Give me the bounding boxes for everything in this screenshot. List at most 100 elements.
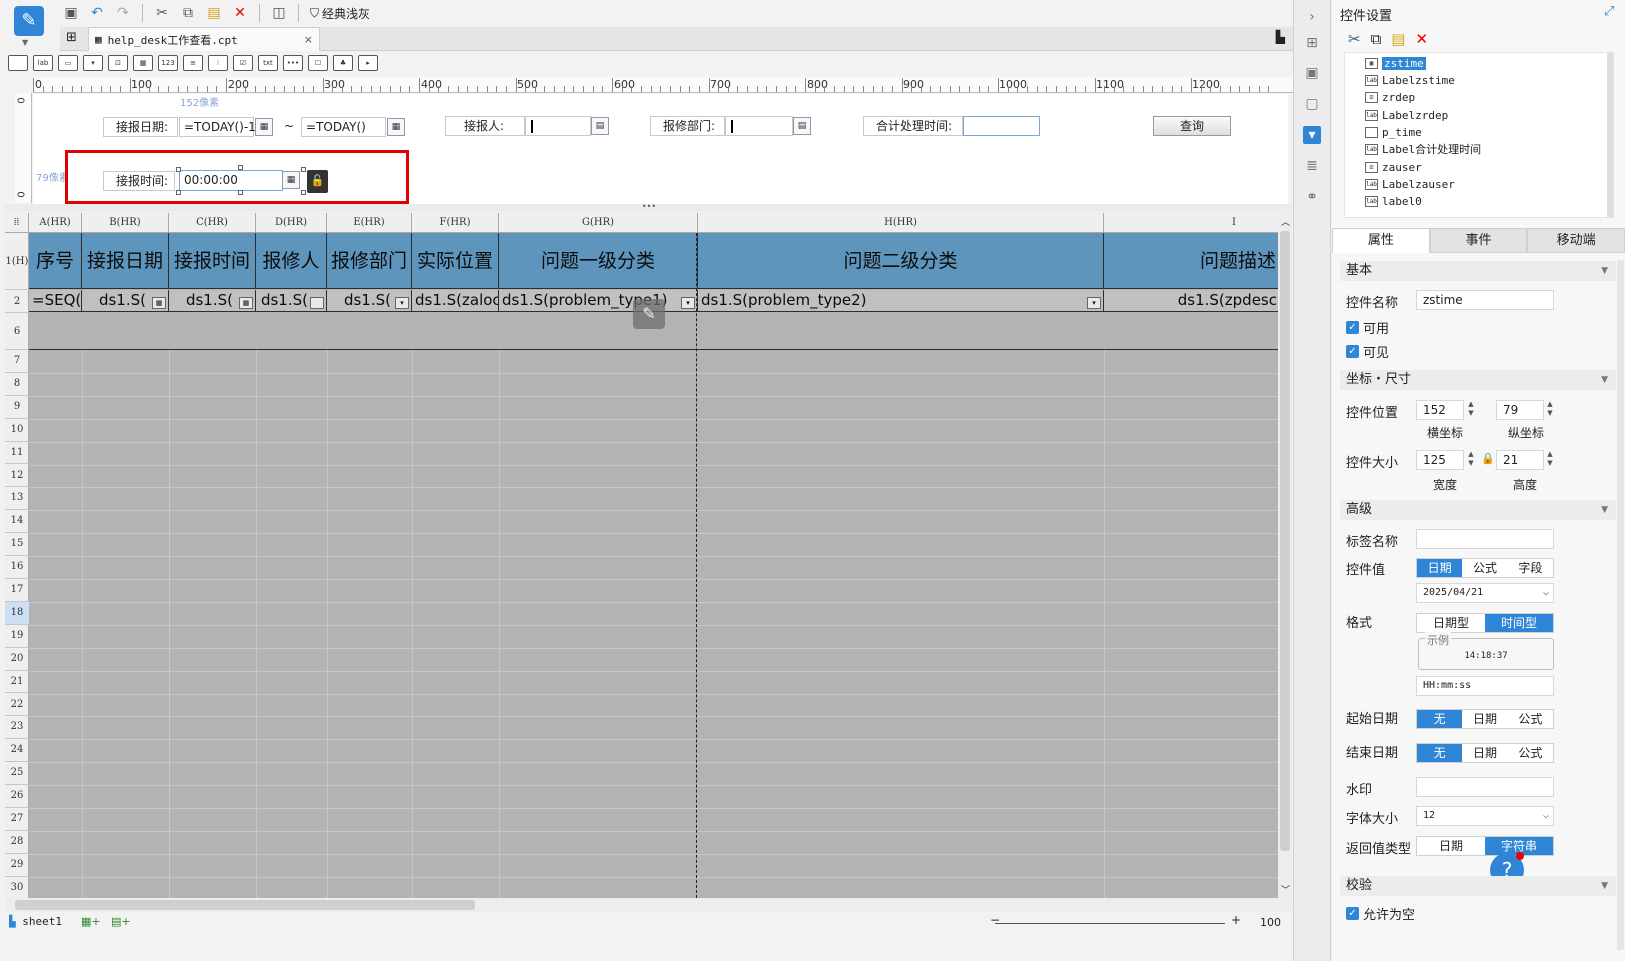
row-header[interactable]: 21 bbox=[5, 671, 29, 694]
tab-properties[interactable]: 属性 bbox=[1332, 228, 1430, 253]
cell-element-icon[interactable]: ▣ bbox=[1303, 64, 1321, 82]
data-cell[interactable]: ds1.S(▦ bbox=[169, 290, 256, 312]
widget-settings-icon[interactable]: ▾ bbox=[1303, 126, 1321, 144]
column-header[interactable]: D(HR) bbox=[256, 213, 327, 233]
tree-scrollbar[interactable] bbox=[1607, 53, 1613, 217]
header-cell[interactable]: 序号 bbox=[29, 233, 82, 289]
coord-section-header[interactable]: 坐标・尺寸 ▼ bbox=[1340, 370, 1616, 390]
delete-icon[interactable]: ✕ bbox=[1415, 30, 1428, 48]
date-from-field[interactable]: =TODAY()-1 bbox=[179, 117, 256, 137]
zoom-out-icon[interactable]: − bbox=[990, 913, 1000, 927]
cut-icon[interactable]: ✂ bbox=[151, 2, 173, 24]
row-header[interactable]: 10 bbox=[5, 419, 29, 442]
end-date-date[interactable]: 日期 bbox=[1462, 744, 1507, 762]
pos-y-input[interactable]: 79 bbox=[1496, 400, 1544, 420]
tab-mobile[interactable]: 移动端 bbox=[1527, 228, 1625, 253]
column-header[interactable]: H(HR) bbox=[698, 213, 1104, 233]
value-date-select[interactable]: 2025/04/21 ⌵ bbox=[1416, 583, 1554, 603]
file-tab[interactable]: ▦ help_desk工作查看.cpt × bbox=[88, 27, 320, 51]
return-type-date[interactable]: 日期 bbox=[1417, 837, 1485, 855]
header-cell[interactable]: 报修人 bbox=[256, 233, 327, 289]
row-header[interactable]: 19 bbox=[5, 625, 29, 648]
calendar-icon[interactable]: ▦ bbox=[255, 118, 273, 136]
header-cell[interactable]: 问题描述 bbox=[1104, 233, 1280, 289]
corner-cell[interactable]: ⁞⁞ bbox=[5, 213, 29, 233]
header-cell[interactable]: 问题二级分类 bbox=[698, 233, 1104, 289]
row-header[interactable]: 26 bbox=[5, 785, 29, 808]
data-cell[interactable]: ds1.S( bbox=[256, 290, 327, 312]
start-date-formula[interactable]: 公式 bbox=[1508, 710, 1553, 728]
header-cell[interactable]: 实际位置 bbox=[412, 233, 499, 289]
tag-name-input[interactable] bbox=[1416, 529, 1554, 549]
row-header[interactable]: 13 bbox=[5, 487, 29, 511]
tree-item[interactable]: p_time bbox=[1365, 124, 1422, 140]
row-header[interactable]: 20 bbox=[5, 648, 29, 671]
pos-x-spinner[interactable]: ▲ ▼ bbox=[1465, 400, 1477, 420]
row-header[interactable]: 15 bbox=[5, 533, 29, 557]
enabled-checkbox[interactable]: ✓ 可用 bbox=[1346, 318, 1389, 337]
data-cell[interactable]: ds1.S(zaloc) bbox=[412, 290, 499, 312]
start-date-segment[interactable]: 无 日期 公式 bbox=[1416, 709, 1554, 729]
header-cell[interactable]: 报修部门 bbox=[327, 233, 412, 289]
sheet-tab[interactable]: ▙ sheet1 bbox=[9, 915, 62, 928]
vertical-scrollbar[interactable]: ︿ ﹀ bbox=[1278, 213, 1292, 898]
tree-combo-widget-icon[interactable]: ⊡ bbox=[108, 55, 128, 71]
scroll-thumb[interactable] bbox=[15, 900, 475, 910]
row-header[interactable]: 14 bbox=[5, 510, 29, 534]
width-spinner[interactable]: ▲ ▼ bbox=[1465, 450, 1477, 470]
button-widget-icon[interactable]: ▭ bbox=[58, 55, 78, 71]
lock-icon[interactable]: 🔓 bbox=[307, 170, 328, 193]
column-header[interactable]: C(HR) bbox=[169, 213, 256, 233]
column-header[interactable]: A(HR) bbox=[29, 213, 82, 233]
format-pattern-input[interactable]: HH:mm:ss bbox=[1416, 676, 1554, 696]
paste-icon[interactable]: ▤ bbox=[203, 2, 225, 24]
row-header[interactable]: 23 bbox=[5, 716, 29, 740]
calendar-icon[interactable]: ▦ bbox=[387, 118, 405, 136]
theme-button[interactable]: ⛉ 经典浅灰 bbox=[307, 5, 373, 22]
column-header[interactable]: B(HR) bbox=[82, 213, 169, 233]
end-date-none[interactable]: 无 bbox=[1417, 744, 1463, 762]
row-header[interactable]: 1(H) bbox=[5, 233, 29, 290]
radio-group-widget-icon[interactable]: ⁝ bbox=[208, 55, 228, 71]
row-header[interactable]: 24 bbox=[5, 739, 29, 763]
value-mode-formula[interactable]: 公式 bbox=[1462, 559, 1507, 577]
checkbox-widget-icon[interactable]: ☐ bbox=[308, 55, 328, 71]
height-input[interactable]: 21 bbox=[1496, 450, 1544, 470]
tree-item[interactable]: lab Labelzstime bbox=[1365, 72, 1455, 88]
horizontal-scrollbar[interactable] bbox=[5, 898, 1293, 912]
value-mode-field[interactable]: 字段 bbox=[1508, 559, 1553, 577]
row-header[interactable]: 8 bbox=[5, 373, 29, 396]
query-button[interactable]: 查询 bbox=[1153, 116, 1231, 136]
condition-attr-icon[interactable]: ≣ bbox=[1303, 157, 1321, 175]
preview-icon[interactable]: ◫ bbox=[268, 2, 290, 24]
scroll-down-icon[interactable]: ﹀ bbox=[1281, 883, 1290, 896]
end-date-segment[interactable]: 无 日期 公式 bbox=[1416, 743, 1554, 763]
row-header[interactable]: 30 bbox=[5, 877, 29, 898]
tree-item[interactable]: ▦ zstime bbox=[1365, 55, 1426, 71]
watermark-input[interactable] bbox=[1416, 777, 1554, 797]
basic-section-header[interactable]: 基本 ▼ bbox=[1340, 261, 1616, 281]
start-date-date[interactable]: 日期 bbox=[1462, 710, 1507, 728]
end-date-formula[interactable]: 公式 bbox=[1508, 744, 1553, 762]
tree-item[interactable]: ⊡ zauser bbox=[1365, 159, 1422, 175]
format-mode-segment[interactable]: 日期型 时间型 bbox=[1416, 613, 1554, 633]
tree-item[interactable]: lab label0 bbox=[1365, 193, 1422, 209]
tree-item[interactable]: lab Labelzrdep bbox=[1365, 107, 1448, 123]
scroll-thumb[interactable] bbox=[1280, 231, 1290, 851]
zoom-in-icon[interactable]: + bbox=[1231, 913, 1241, 927]
header-cell[interactable]: 接报日期 bbox=[82, 233, 169, 289]
checkbox-group-widget-icon[interactable]: ☑ bbox=[233, 55, 253, 71]
edit-pencil-icon[interactable]: ✎ bbox=[633, 299, 665, 329]
dropdown-tree-icon[interactable]: ▤ bbox=[793, 117, 811, 135]
copy-icon[interactable]: ⧉ bbox=[177, 2, 199, 24]
cut-icon[interactable]: ✂ bbox=[1348, 30, 1361, 48]
validate-section-header[interactable]: 校验 ▼ bbox=[1340, 876, 1616, 896]
row-header[interactable]: 25 bbox=[5, 762, 29, 786]
row-header[interactable]: 6 bbox=[5, 313, 29, 350]
data-cell[interactable]: ds1.S(▾ bbox=[327, 290, 412, 312]
reporter-field[interactable] bbox=[525, 116, 591, 136]
pos-x-input[interactable]: 152 bbox=[1416, 400, 1464, 420]
cell-attr-icon[interactable]: ⊞ bbox=[1303, 34, 1321, 52]
data-cell[interactable]: ds1.S(problem_type2) ▾ bbox=[698, 290, 1104, 312]
height-spinner[interactable]: ▲ ▼ bbox=[1544, 450, 1556, 470]
